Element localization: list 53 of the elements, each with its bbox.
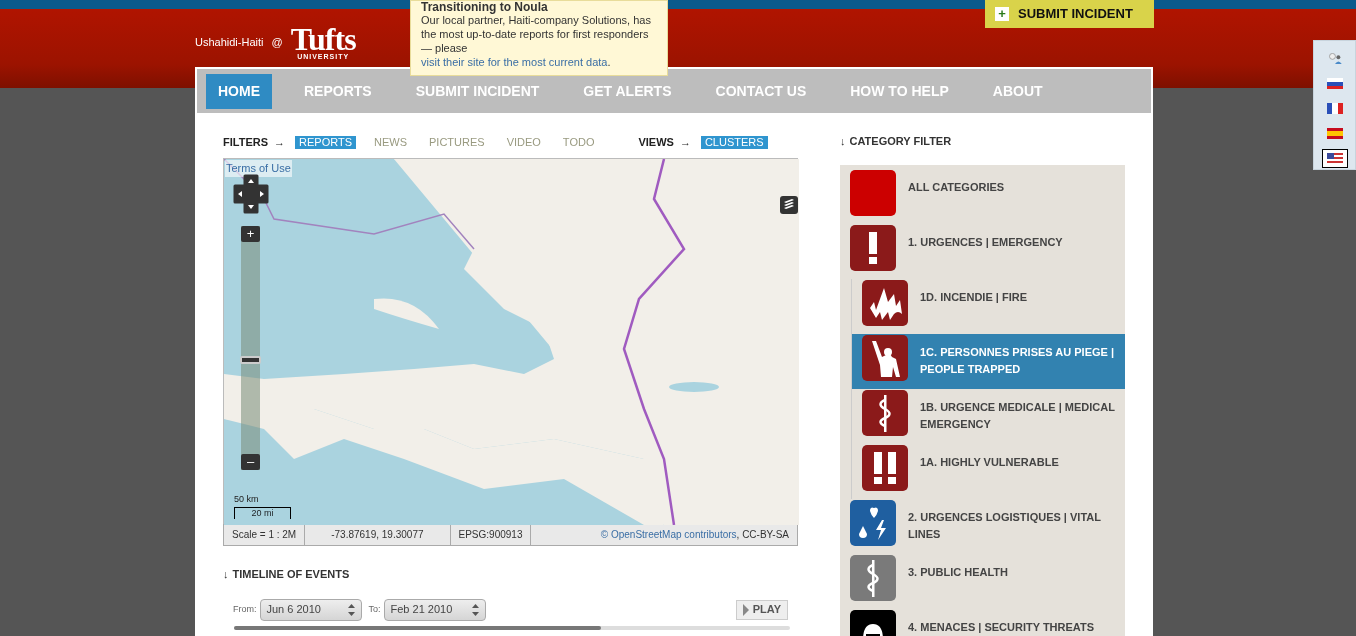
- spinner-icon: [347, 603, 355, 616]
- site-name: Ushahidi-Haiti: [195, 35, 264, 51]
- filter-label: VIEWS: [638, 134, 674, 150]
- category-item[interactable]: 1A. HIGHLY VULNERABLE: [852, 443, 1125, 499]
- pan-control[interactable]: [233, 174, 269, 214]
- zoom-out-button[interactable]: –: [241, 454, 260, 470]
- filter-option[interactable]: PICTURES: [425, 135, 489, 149]
- category-item[interactable]: 1B. URGENCE MEDICALE | MEDICAL EMERGENCY: [852, 388, 1125, 444]
- nav-tab[interactable]: HOME: [206, 73, 272, 109]
- date-select[interactable]: Jun 6 2010: [259, 598, 362, 621]
- plus-icon: +: [995, 7, 1009, 21]
- play-icon: [742, 603, 749, 616]
- timeline-slider[interactable]: [234, 625, 790, 630]
- map-panel[interactable]: Terms of Use + – 50 km 20 mi: [223, 158, 798, 524]
- flag-icon[interactable]: [1321, 149, 1348, 168]
- projection-text: EPSG:900913: [450, 525, 532, 545]
- scale-bar: 20 mi: [234, 507, 291, 519]
- category-item[interactable]: 1D. INCENDIE | FIRE: [852, 278, 1125, 334]
- attribution-text: © OpenStreetMap contributors, CC-BY-SA: [599, 528, 790, 542]
- date-label: To:: [368, 602, 381, 616]
- category-item[interactable]: 1. URGENCES | EMERGENCY: [840, 223, 1125, 279]
- category-item[interactable]: 2. URGENCES LOGISTIQUES | VITAL LINES: [840, 498, 1125, 554]
- arrow-icon: →: [274, 133, 285, 151]
- arrow-icon: ↓: [223, 566, 229, 583]
- notice-text: Our local partner, Haiti-company Solutions, has the most up-to-date reports for first responders — please visit their site for the most current data.: [421, 14, 652, 69]
- section-title: TIMELINE OF EVENTS: [232, 567, 350, 582]
- scale-text: Scale = 1 : 2M: [224, 525, 306, 545]
- filter-option[interactable]: VIDEO: [502, 135, 545, 149]
- zoom-in-button[interactable]: +: [241, 226, 260, 242]
- zoom-handle[interactable]: [240, 356, 261, 364]
- view-option[interactable]: CLUSTERS: [700, 135, 768, 149]
- filter-label: FILTERS: [223, 134, 268, 150]
- date-label: From:: [233, 602, 257, 616]
- arrow-icon: →: [679, 133, 691, 151]
- filter-option[interactable]: TODO: [558, 135, 599, 149]
- category-item[interactable]: 1C. PERSONNES PRISES AU PIEGE | PEOPLE TRAPPED: [852, 333, 1125, 389]
- notice-title: Transitioning to Noula: [421, 1, 549, 13]
- filter-option[interactable]: REPORTS: [295, 135, 356, 149]
- category-item[interactable]: 4. MENACES | SECURITY THREATS: [840, 608, 1125, 636]
- section-title: CATEGORY FILTER: [849, 134, 952, 149]
- category-item[interactable]: 3. PUBLIC HEALTH: [840, 553, 1125, 609]
- spinner-icon: [471, 603, 479, 616]
- scale-label: 50 km: [234, 492, 259, 506]
- arrow-icon: ↓: [840, 133, 846, 150]
- play-button[interactable]: PLAY: [735, 599, 788, 620]
- filter-option[interactable]: NEWS: [370, 135, 411, 149]
- at-sign: @: [271, 35, 283, 51]
- category-item[interactable]: ALL CATEGORIES: [840, 168, 1125, 224]
- attribution-link[interactable]: © OpenStreetMap contributors: [600, 529, 737, 540]
- date-select[interactable]: Feb 21 2010: [383, 598, 486, 621]
- submit-incident-button[interactable]: + SUBMIT INCIDENT: [985, 0, 1154, 28]
- terms-link[interactable]: Terms of Use: [225, 160, 292, 177]
- coordinates-text: -73.87619, 19.30077: [305, 525, 451, 545]
